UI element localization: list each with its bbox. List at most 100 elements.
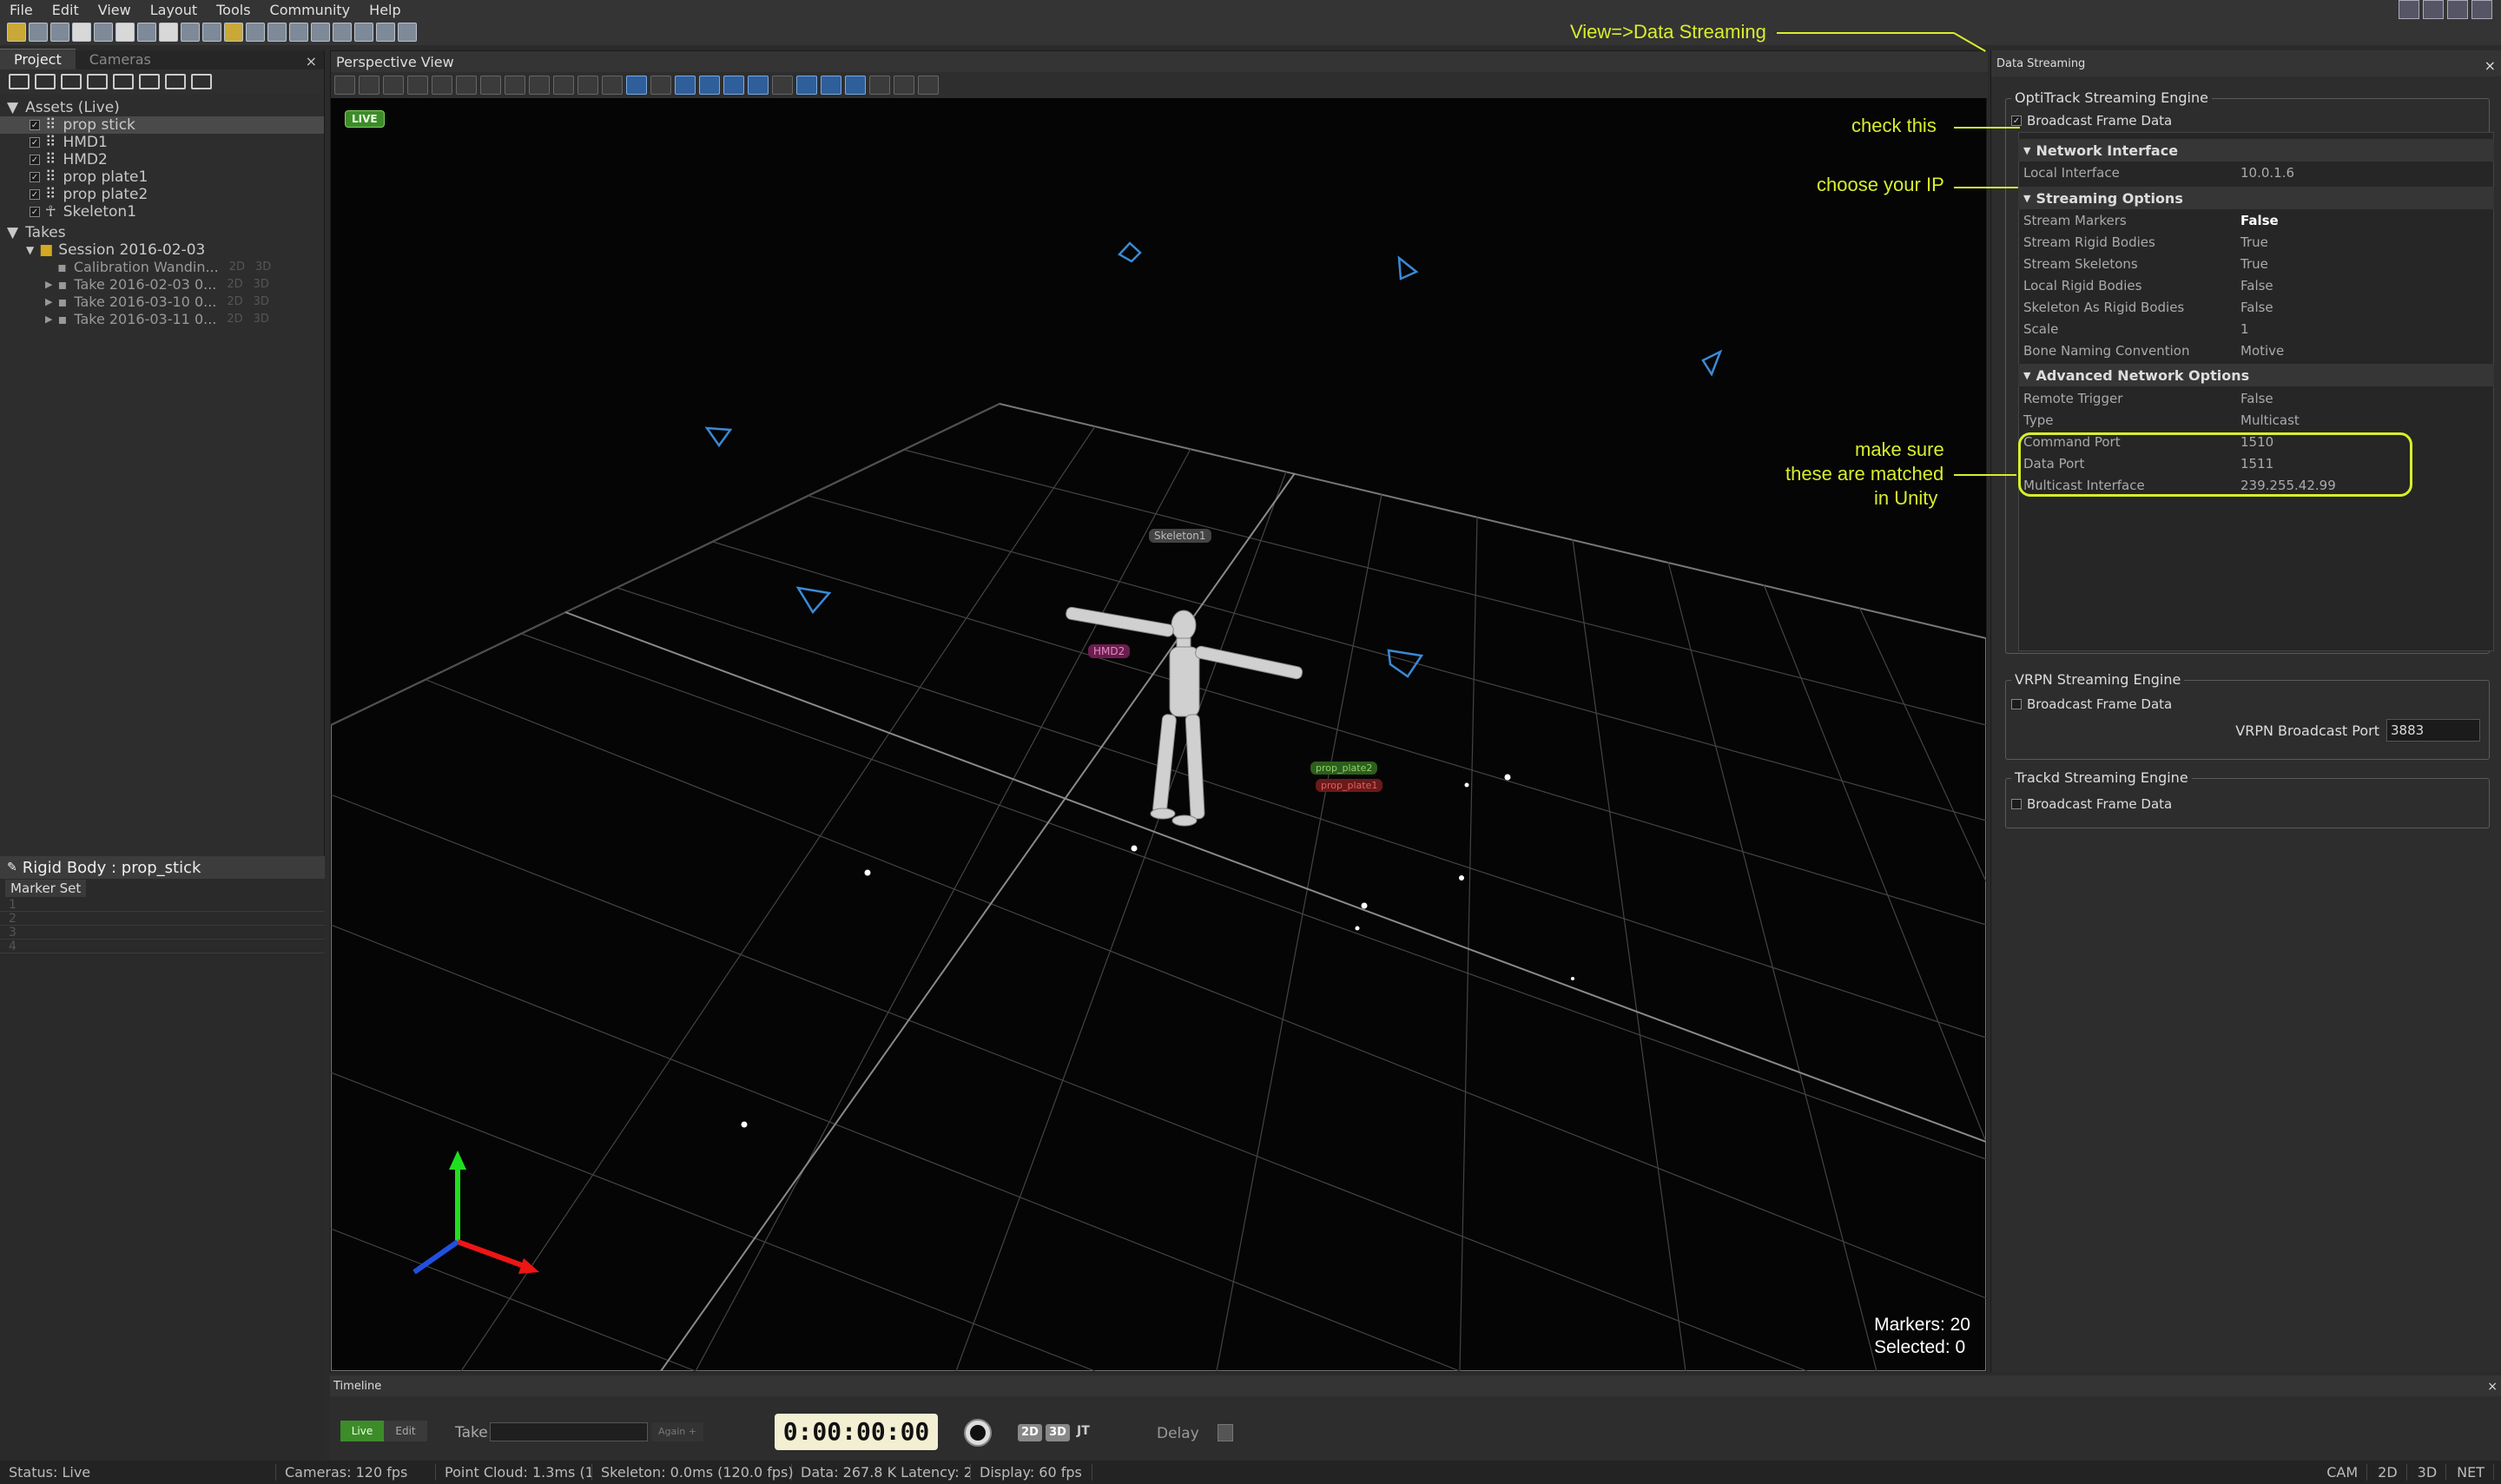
layout-icon[interactable] [2471,0,2492,19]
layout-icon[interactable] [2399,0,2419,19]
asset-item[interactable]: ✓ ⠿ HMD2 [0,151,324,168]
screenshot-icon[interactable] [456,76,477,95]
edit-icon[interactable] [246,23,265,42]
pivot-icon[interactable] [480,76,501,95]
select-icon[interactable] [748,76,769,95]
list-icon[interactable] [191,74,212,89]
wrench-icon[interactable] [224,23,243,42]
panel-icon[interactable] [333,23,352,42]
prop-stream-rigid[interactable]: Stream Rigid Bodies True [2023,231,2492,253]
marker-dot[interactable] [1571,977,1574,980]
camera-icon[interactable] [1118,241,1142,263]
menu-file[interactable]: File [0,2,43,18]
move-icon[interactable] [139,74,160,89]
window-icon[interactable] [72,23,91,42]
vrpn-broadcast-checkbox[interactable]: Broadcast Frame Data [2011,693,2480,715]
prop-local-rigid[interactable]: Local Rigid Bodies False [2023,274,2492,296]
camera-icon[interactable] [1397,255,1419,280]
panel-icon[interactable] [398,23,417,42]
scale-icon[interactable] [553,76,574,95]
vrpn-port-input[interactable] [2386,719,2480,742]
asset-item[interactable]: ✓ ⠿ HMD1 [0,134,324,151]
menu-community[interactable]: Community [261,2,360,18]
prop-type[interactable]: Type Multicast [2023,409,2492,431]
asset-item[interactable]: ✓ ⠿ prop stick [0,116,324,134]
select-icon[interactable] [699,76,720,95]
marker-dot[interactable] [864,869,871,876]
section-network[interactable]: ▼ Network Interface [2018,139,2494,162]
view-icon[interactable] [796,76,817,95]
marker-dot[interactable] [741,1121,748,1128]
graph-icon[interactable] [202,23,221,42]
panel-icon[interactable] [289,23,308,42]
tab-cameras[interactable]: Cameras [76,49,165,69]
wand-icon[interactable] [137,23,156,42]
prop-bone-naming[interactable]: Bone Naming Convention Motive [2023,340,2492,361]
camera-icon[interactable] [1701,349,1723,377]
2d-button[interactable]: 2D [1018,1424,1042,1441]
grid-icon[interactable] [334,76,355,95]
edit-button[interactable]: Edit [384,1421,427,1441]
zoom-icon[interactable] [432,76,452,95]
jt-button[interactable]: JT [1077,1424,1090,1438]
asset-item[interactable]: ✓ ☥ Skeleton1 [0,203,324,221]
checkbox[interactable]: ✓ [30,155,40,165]
tools-icon[interactable] [50,23,69,42]
view-icon[interactable] [845,76,866,95]
take-item[interactable]: ▶ ▪ Take 2016-03-10 0... 2D 3D [0,294,324,311]
delay-stepper[interactable] [1218,1424,1233,1441]
skeleton-icon[interactable] [577,76,598,95]
global-icon[interactable] [650,76,671,95]
menu-view[interactable]: View [89,2,141,18]
local-icon[interactable] [626,76,647,95]
view-icon[interactable] [821,76,841,95]
tool-icon[interactable] [918,76,939,95]
select-icon[interactable] [675,76,696,95]
list-item[interactable]: 2 [0,912,325,926]
pencil-icon[interactable]: ✎ [7,861,17,874]
select-icon[interactable] [723,76,744,95]
rotate-icon[interactable] [529,76,550,95]
zoom-in-icon[interactable] [383,76,404,95]
skeleton-icon[interactable] [165,74,186,89]
checkbox[interactable]: ✓ [30,172,40,182]
zoom-out-icon[interactable] [407,76,428,95]
trackd-broadcast-checkbox[interactable]: Broadcast Frame Data [2011,793,2480,815]
tab-project[interactable]: Project [0,49,76,69]
layout-icon[interactable] [94,23,113,42]
close-icon[interactable]: × [2487,1380,2498,1394]
panel-icon[interactable] [311,23,330,42]
broadcast-checkbox[interactable]: ✓ Broadcast Frame Data [2011,109,2480,131]
checkbox[interactable]: ✓ [30,137,40,148]
checkbox[interactable]: ✓ [30,207,40,217]
takes-header[interactable]: ▼ Takes [0,224,324,241]
live-button[interactable]: Live [340,1421,384,1441]
prop-stream-markers[interactable]: Stream Markers False [2023,209,2492,231]
asset-item[interactable]: ✓ ⠿ prop plate1 [0,168,324,186]
close-icon[interactable]: × [299,53,324,69]
marker-dot[interactable] [1131,845,1138,852]
marker-dot[interactable] [1361,902,1368,909]
tab-marker-set[interactable]: Marker Set [5,880,87,897]
menu-help[interactable]: Help [360,2,410,18]
camera-icon[interactable] [115,23,135,42]
remove-icon[interactable] [35,74,56,89]
list-item[interactable]: 3 [0,926,325,940]
marker-dot[interactable] [1459,875,1464,881]
move-icon[interactable] [505,76,525,95]
layout-icon[interactable] [2423,0,2444,19]
checkbox[interactable]: ✓ [30,120,40,130]
open-folder-icon[interactable] [7,23,26,42]
session-item[interactable]: ▼ ■ Session 2016-02-03 [0,241,324,259]
import-icon[interactable] [61,74,82,89]
prop-stream-skeletons[interactable]: Stream Skeletons True [2023,253,2492,274]
camera-icon[interactable] [1387,649,1424,678]
close-icon[interactable]: × [2485,57,2496,74]
export-icon[interactable] [87,74,108,89]
tool-icon[interactable] [894,76,914,95]
prop-skel-as-rigid[interactable]: Skeleton As Rigid Bodies False [2023,296,2492,318]
assets-header[interactable]: ▼ Assets (Live) [0,99,324,116]
panel-icon[interactable] [354,23,373,42]
take-item[interactable]: ▶ ▪ Take 2016-02-03 0... 2D 3D [0,276,324,294]
skeleton-icon[interactable] [181,23,200,42]
